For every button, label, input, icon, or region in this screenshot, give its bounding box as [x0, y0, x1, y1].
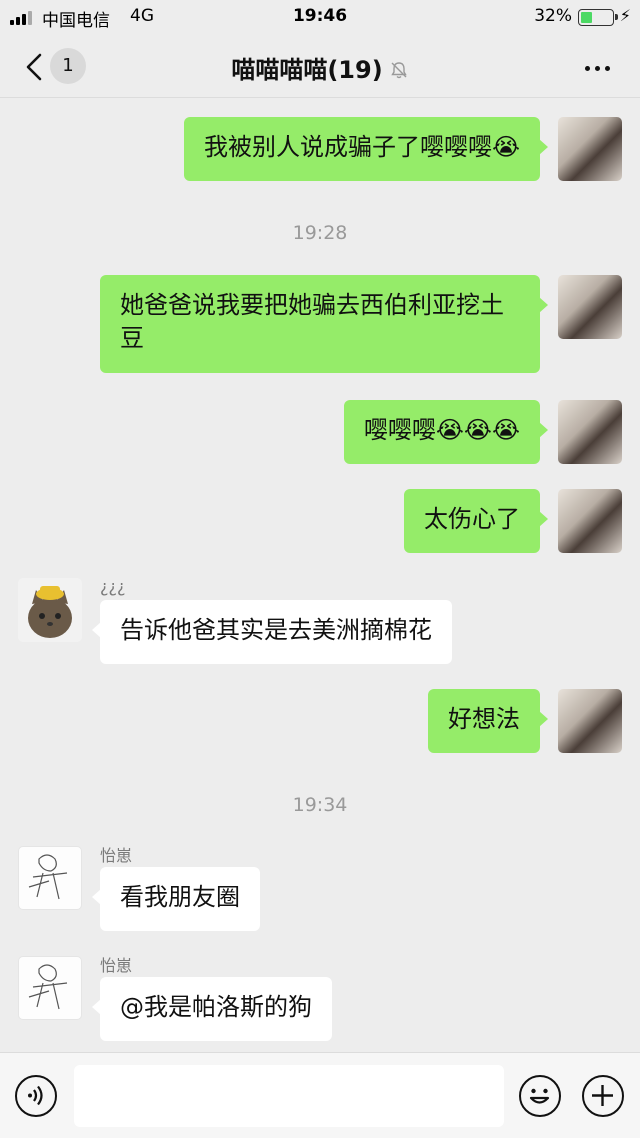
message-bubble-outgoing[interactable]: 好想法	[428, 689, 548, 753]
my-avatar[interactable]	[558, 400, 622, 464]
charging-icon: ⚡	[619, 6, 631, 25]
sender-name: 怡崽	[100, 956, 133, 975]
input-bar	[0, 1052, 640, 1138]
message-bubble-outgoing[interactable]: 太伤心了	[404, 489, 548, 553]
sender-avatar[interactable]	[18, 578, 82, 642]
sketch-avatar-icon	[28, 964, 68, 1010]
my-avatar[interactable]	[558, 489, 622, 553]
battery-percent: 32%	[534, 6, 572, 26]
plus-icon[interactable]	[582, 1075, 624, 1117]
sender-avatar[interactable]	[18, 956, 82, 1020]
message-bubble-outgoing[interactable]: 她爸爸说我要把她骗去西伯利亚挖土豆	[100, 275, 548, 373]
more-options-icon[interactable]	[585, 66, 610, 71]
my-avatar[interactable]	[558, 689, 622, 753]
chat-header: 1 喵喵喵喵(19)	[0, 36, 640, 98]
battery-icon	[578, 9, 618, 26]
chat-title-text: 喵喵喵喵(19)	[231, 56, 383, 84]
message-input[interactable]	[74, 1065, 504, 1127]
message-bubble-incoming[interactable]: 告诉他爸其实是去美洲摘棉花	[92, 600, 452, 664]
sender-name: ¿¿¿	[100, 577, 126, 596]
voice-icon[interactable]	[15, 1075, 57, 1117]
my-avatar[interactable]	[558, 117, 622, 181]
my-avatar[interactable]	[558, 275, 622, 339]
cat-avatar-icon	[28, 586, 72, 638]
sender-avatar[interactable]	[18, 846, 82, 910]
timestamp: 19:28	[292, 222, 348, 244]
chat-title: 喵喵喵喵(19)	[0, 50, 640, 85]
emoji-icon[interactable]	[519, 1075, 561, 1117]
sender-name: 怡崽	[100, 846, 133, 865]
status-bar: 中国电信 4G 19:46 32% ⚡	[0, 0, 640, 36]
message-bubble-outgoing[interactable]: 我被别人说成骗子了嘤嘤嘤😭	[183, 117, 549, 181]
bell-off-icon	[390, 62, 407, 79]
message-bubble-incoming[interactable]: @我是帕洛斯的狗	[92, 977, 332, 1041]
timestamp: 19:34	[292, 794, 348, 816]
message-bubble-outgoing[interactable]: 嘤嘤嘤😭😭😭	[343, 400, 549, 464]
message-bubble-incoming[interactable]: 看我朋友圈	[92, 867, 260, 931]
sketch-avatar-icon	[28, 854, 68, 900]
